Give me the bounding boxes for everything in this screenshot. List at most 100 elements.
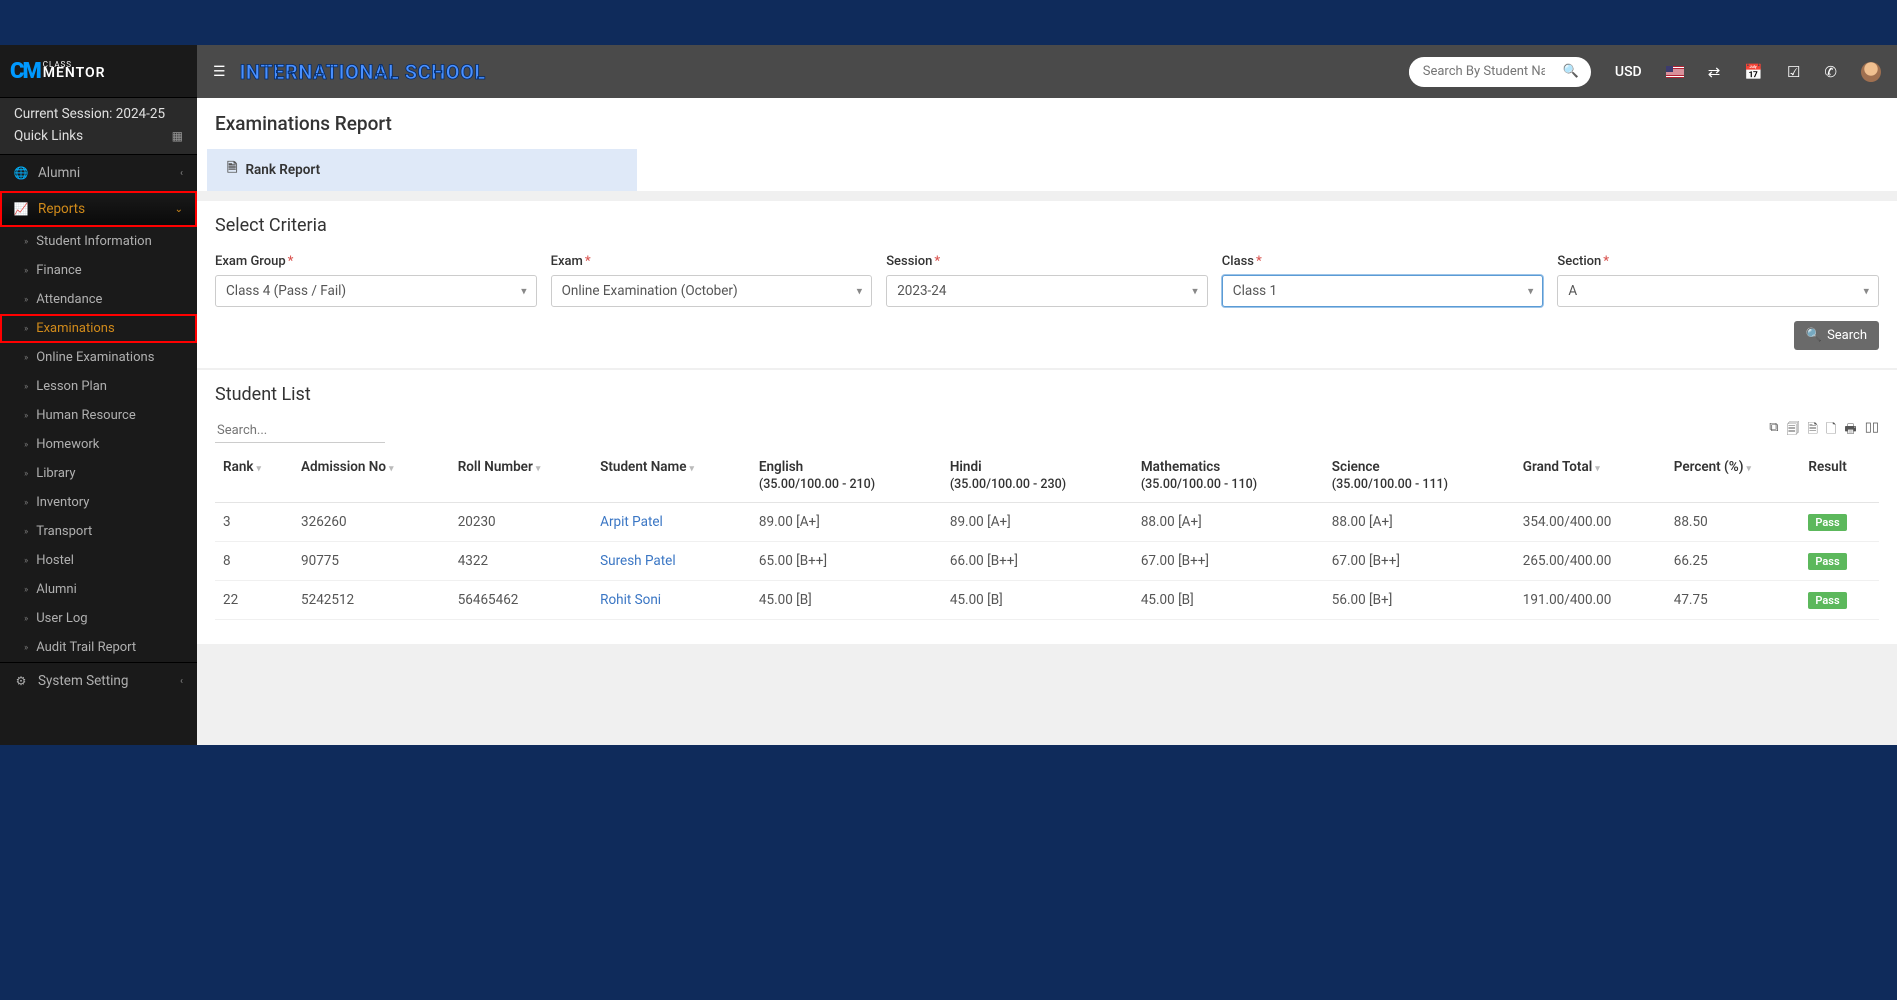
cell-science: 88.00 [A+] [1324,503,1515,542]
hamburger-icon[interactable]: ☰ [213,64,226,80]
sub-library[interactable]: »Library [0,459,197,488]
double-chevron-icon: » [24,585,28,595]
school-name: INTERNATIONAL SCHOOL [240,60,486,84]
rank-report-row[interactable]: 🗎 Rank Report [207,149,637,191]
student-search-button[interactable]: 🔍 [1559,64,1591,79]
nav-reports-label: Reports [38,201,85,217]
student-search-input[interactable] [1409,64,1559,79]
sub-hostel-label: Hostel [36,553,74,568]
exam-group-select[interactable]: Class 4 (Pass / Fail) [215,275,537,307]
col-math[interactable]: Mathematics(35.00/100.00 - 110) [1133,449,1324,503]
cell-english: 65.00 [B++] [751,542,942,581]
search-button-label: Search [1827,328,1867,343]
cell-science: 56.00 [B+] [1324,581,1515,620]
csv-icon[interactable]: 🗎 [1808,420,1818,442]
col-student[interactable]: Student Name▾ [592,449,751,503]
cell-roll: 56465462 [450,581,592,620]
sub-homework[interactable]: »Homework [0,430,197,459]
sub-attendance[interactable]: »Attendance [0,285,197,314]
col-result[interactable]: Result [1800,449,1879,503]
exam-group-label: Exam Group* [215,254,537,269]
col-grand[interactable]: Grand Total▾ [1515,449,1666,503]
nav-reports[interactable]: 📈 Reports ⌄ [0,191,197,227]
cell-student-name[interactable]: Rohit Soni [592,581,751,620]
flag-icon[interactable] [1666,66,1684,78]
cell-result: Pass [1800,581,1879,620]
whatsapp-icon[interactable]: ✆ [1824,63,1837,81]
sub-online-exam[interactable]: » Online Examinations [0,343,197,372]
double-chevron-icon: » [24,440,28,450]
exam-label: Exam* [551,254,873,269]
col-roll[interactable]: Roll Number▾ [450,449,592,503]
cell-student-name[interactable]: Suresh Patel [592,542,751,581]
student-search-wrap: 🔍 [1409,57,1591,87]
nav-system-setting-label: System Setting [38,673,128,689]
avatar[interactable] [1861,62,1881,82]
copy-icon[interactable]: ⧉ [1769,420,1778,442]
cell-grand: 354.00/400.00 [1515,503,1666,542]
export-icons: ⧉ 🗐 🗎 🗋 🖶 ▯▯ [1769,420,1879,442]
exam-select[interactable]: Online Examination (October) [551,275,873,307]
sub-inventory-label: Inventory [36,495,89,510]
col-english[interactable]: English(35.00/100.00 - 210) [751,449,942,503]
class-select[interactable]: Class 1 [1222,275,1544,307]
pdf-icon[interactable]: 🗋 [1826,420,1836,442]
col-admission[interactable]: Admission No▾ [293,449,450,503]
list-search-input[interactable] [215,419,385,443]
cell-hindi: 66.00 [B++] [942,542,1133,581]
sub-audit-label: Audit Trail Report [36,640,136,655]
sub-user-log[interactable]: »User Log [0,604,197,633]
cell-admission: 5242512 [293,581,450,620]
sub-audit[interactable]: »Audit Trail Report [0,633,197,662]
sub-inventory[interactable]: »Inventory [0,488,197,517]
double-chevron-icon: » [24,266,28,276]
topbar: ☰ INTERNATIONAL SCHOOL 🔍 USD ⇄ 📅 ☑ ✆ [197,45,1897,98]
quick-links-row[interactable]: Quick Links ▦ [0,124,197,154]
section-label: Section* [1557,254,1879,269]
excel-icon[interactable]: 🗐 [1787,420,1800,442]
sub-online-exam-label: Online Examinations [36,350,154,365]
sub-hostel[interactable]: »Hostel [0,546,197,575]
cell-grand: 265.00/400.00 [1515,542,1666,581]
nav-system-setting[interactable]: ⚙ System Setting ‹ [0,663,197,699]
transfer-icon[interactable]: ⇄ [1708,63,1721,81]
logo[interactable]: CM CLASS MENTOR [0,45,197,98]
sub-examinations[interactable]: »Examinations [0,314,197,343]
chart-icon: 📈 [14,202,28,216]
search-button[interactable]: 🔍 Search [1794,321,1879,350]
columns-icon[interactable]: ▯▯ [1865,420,1879,442]
section-select[interactable]: A [1557,275,1879,307]
sub-finance[interactable]: »Finance [0,256,197,285]
check-icon[interactable]: ☑ [1787,63,1800,81]
col-percent[interactable]: Percent (%)▾ [1666,449,1801,503]
currency[interactable]: USD [1615,64,1642,80]
col-science[interactable]: Science(35.00/100.00 - 111) [1324,449,1515,503]
calendar-icon[interactable]: 📅 [1744,63,1763,81]
cell-admission: 90775 [293,542,450,581]
cell-rank: 22 [215,581,293,620]
double-chevron-icon: » [24,353,28,363]
sub-alumni2[interactable]: » Alumni [0,575,197,604]
sub-attendance-label: Attendance [36,292,102,307]
class-label: Class* [1222,254,1544,269]
sub-library-label: Library [36,466,75,481]
sub-transport[interactable]: »Transport [0,517,197,546]
logo-mark: CM [10,59,40,84]
nav-alumni[interactable]: 🌐 Alumni ‹ [0,155,197,191]
cell-roll: 20230 [450,503,592,542]
sub-student-info[interactable]: »Student Information [0,227,197,256]
double-chevron-icon: » [24,527,28,537]
col-hindi[interactable]: Hindi(35.00/100.00 - 230) [942,449,1133,503]
print-icon[interactable]: 🖶 [1844,420,1856,442]
cell-rank: 3 [215,503,293,542]
sub-hr[interactable]: »Human Resource [0,401,197,430]
session-select[interactable]: 2023-24 [886,275,1208,307]
sub-lesson-plan[interactable]: »Lesson Plan [0,372,197,401]
cell-student-name[interactable]: Arpit Patel [592,503,751,542]
chevron-left-icon: ‹ [180,676,183,687]
col-rank[interactable]: Rank▾ [215,449,293,503]
sidebar: CM CLASS MENTOR Current Session: 2024-25… [0,45,197,745]
cell-english: 89.00 [A+] [751,503,942,542]
sub-hr-label: Human Resource [36,408,136,423]
sub-alumni2-label: Alumni [36,582,77,597]
